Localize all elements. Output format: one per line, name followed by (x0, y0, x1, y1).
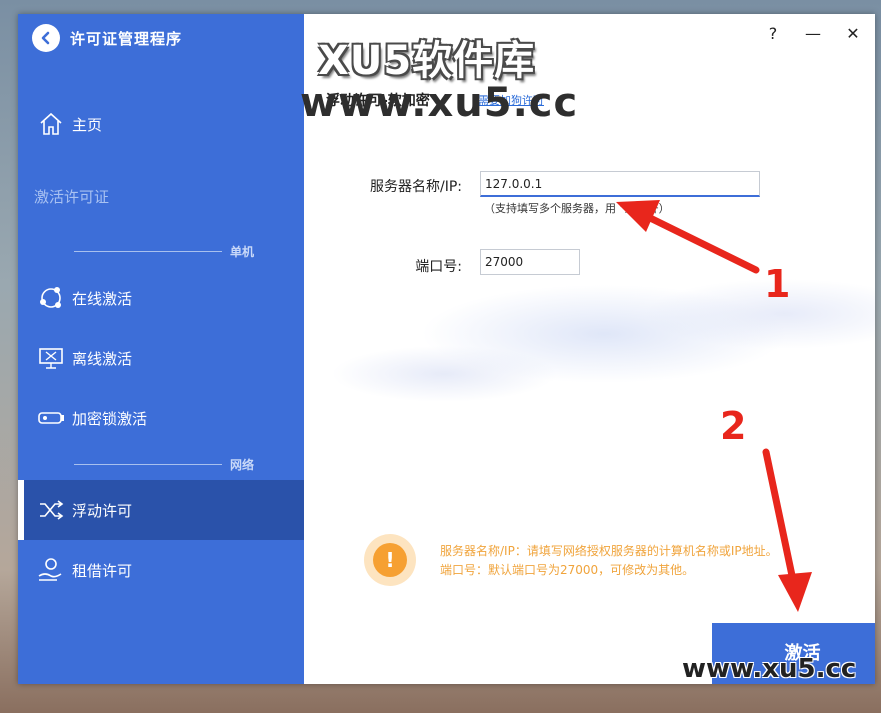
port-label: 端口号: (415, 259, 462, 275)
home-icon (36, 109, 66, 139)
shuffle-icon (36, 495, 66, 525)
sidebar-item-offline[interactable]: 离线激活 (18, 328, 304, 388)
annotation-step-1: 1 (764, 262, 791, 306)
sidebar-item-floating[interactable]: 浮动许可 (18, 480, 304, 540)
group-divider-network: 网络 (74, 456, 254, 473)
help-button[interactable]: ? (762, 24, 784, 43)
sidebar-item-label: 在线激活 (72, 289, 133, 308)
sidebar-item-label: 加密锁激活 (72, 409, 148, 428)
sidebar-item-home[interactable]: 主页 (18, 94, 304, 154)
notice-text: 服务器名称/IP：请填写网络授权服务器的计算机名称或IP地址。 端口号：默认端口… (440, 542, 778, 580)
sidebar: 许可证管理程序 主页 激活许可证 单机 在线激活 离线激活 加密锁激活 网络 浮… (18, 14, 304, 684)
back-button[interactable] (32, 24, 60, 52)
watermark-logo: XU5软件库 (318, 38, 536, 84)
notice-line: 端口号：默认端口号为27000，可修改为其他。 (440, 563, 695, 577)
sidebar-item-label: 浮动许可 (72, 501, 133, 520)
group-label: 网络 (229, 458, 254, 472)
sidebar-item-dongle[interactable]: 加密锁激活 (18, 388, 304, 448)
usb-dongle-icon (36, 403, 66, 433)
sidebar-item-label: 租借许可 (72, 561, 133, 580)
hand-coin-icon (36, 555, 66, 585)
server-input[interactable] (480, 171, 760, 197)
notice-line: 服务器名称/IP：请填写网络授权服务器的计算机名称或IP地址。 (440, 544, 778, 558)
watermark-url-bottom: www.xu5.cc (682, 654, 857, 684)
app-header: 许可证管理程序 (32, 24, 182, 52)
monitor-icon (36, 343, 66, 373)
server-label: 服务器名称/IP: (369, 179, 462, 195)
back-arrow-icon (41, 31, 50, 45)
sidebar-item-label: 主页 (72, 115, 103, 134)
group-divider-standalone: 单机 (74, 243, 254, 260)
warning-icon: ! (364, 534, 416, 586)
annotation-step-2: 2 (720, 404, 747, 448)
close-button[interactable]: ✕ (842, 24, 864, 43)
minimize-button[interactable]: — (802, 24, 824, 43)
section-title-activate: 激活许可证 (34, 188, 110, 206)
watermark-url: www.xu5.cc (300, 80, 579, 126)
app-title: 许可证管理程序 (70, 29, 183, 48)
sidebar-item-online[interactable]: 在线激活 (18, 268, 304, 328)
server-hint: （支持填写多个服务器，用 "," 隔开） (484, 202, 670, 215)
port-input[interactable] (480, 249, 580, 275)
share-nodes-icon (36, 283, 66, 313)
sidebar-item-label: 离线激活 (72, 349, 133, 368)
group-label: 单机 (229, 245, 254, 259)
sidebar-item-borrow[interactable]: 租借许可 (18, 540, 304, 600)
